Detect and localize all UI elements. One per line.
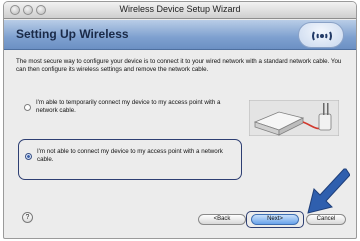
window-title: Wireless Device Setup Wizard	[119, 4, 241, 14]
back-button[interactable]: <Back	[198, 214, 246, 225]
next-button[interactable]: Next>	[251, 214, 299, 225]
option-cannot-connect[interactable]: I'm not able to connect my device to my …	[18, 139, 242, 180]
wizard-header: Setting Up Wireless	[4, 20, 356, 50]
page-title: Setting Up Wireless	[16, 27, 129, 41]
wizard-window: Wireless Device Setup Wizard Setting Up …	[3, 1, 357, 239]
option-can-connect-label: I'm able to temporarily connect my devic…	[36, 99, 221, 114]
intro-text: The most secure way to configure your de…	[16, 58, 342, 73]
radio-can-connect[interactable]	[24, 104, 31, 111]
pointer-arrow-icon	[300, 165, 351, 215]
cancel-button[interactable]: Cancel	[306, 214, 346, 225]
option-can-connect[interactable]: I'm able to temporarily connect my devic…	[18, 94, 242, 130]
radio-cannot-connect[interactable]	[25, 153, 32, 160]
title-bar: Wireless Device Setup Wizard	[4, 2, 356, 19]
help-button[interactable]: ?	[22, 212, 33, 223]
device-cable-illustration-icon	[248, 99, 340, 137]
option-cannot-connect-label: I'm not able to connect my device to my …	[37, 148, 223, 163]
wireless-logo-icon	[298, 22, 344, 48]
